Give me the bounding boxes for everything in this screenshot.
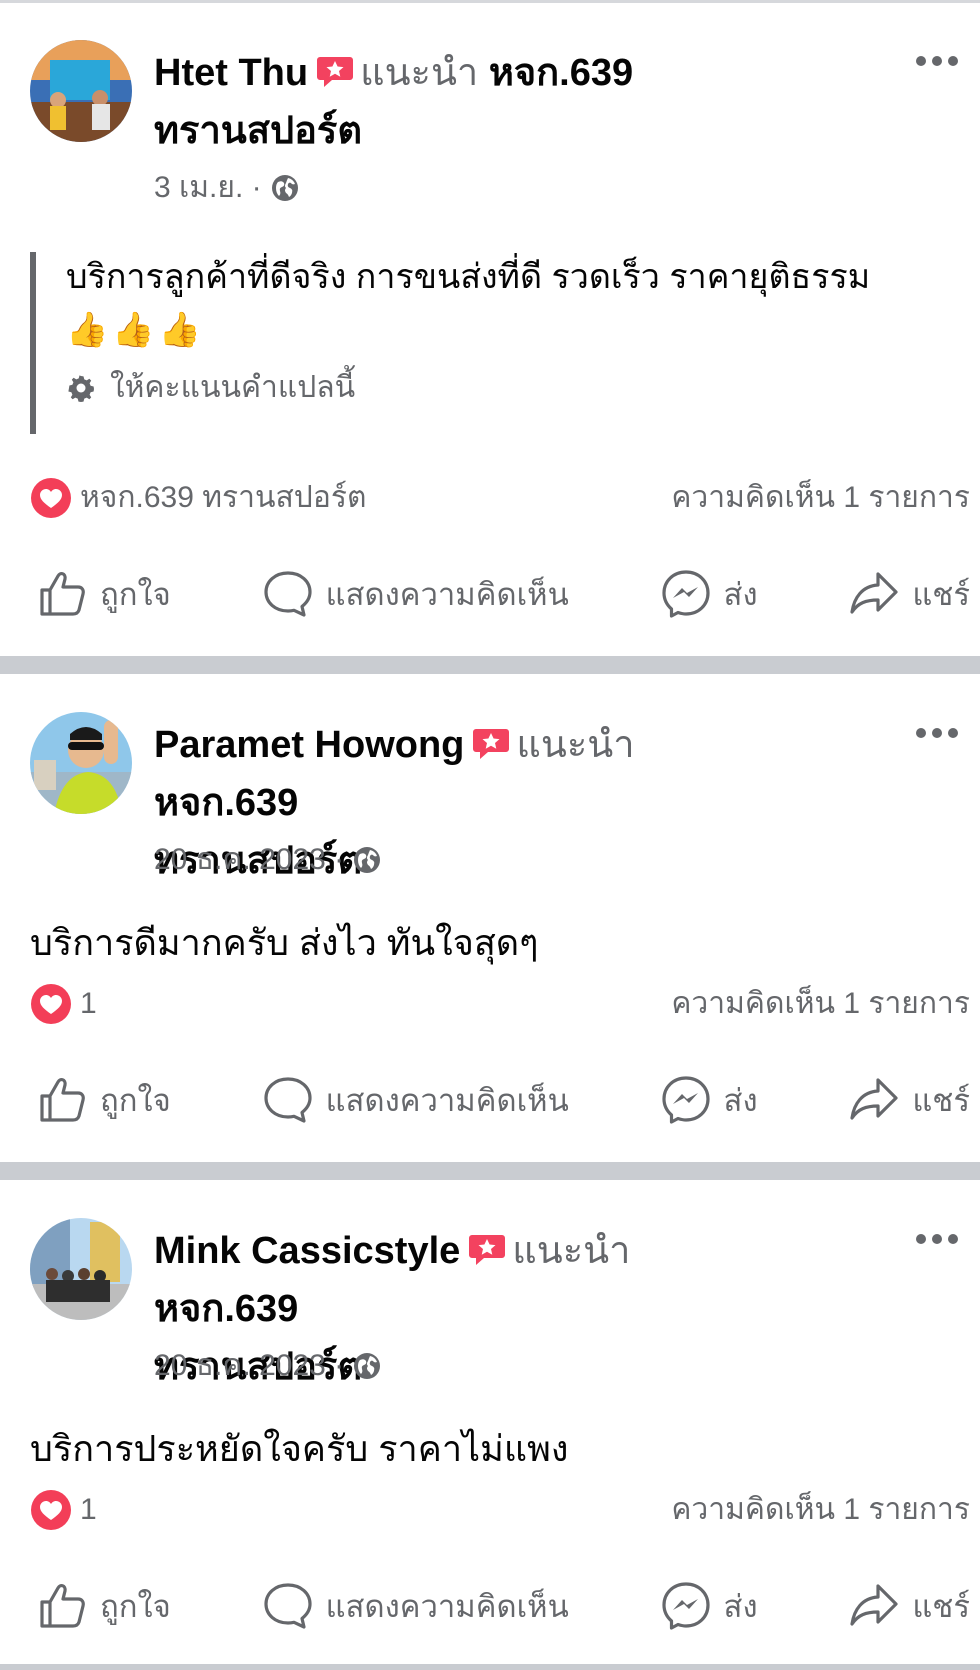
share-arrow-icon — [848, 1580, 900, 1632]
post-header: Htet Thu แนะนำ หจก.639 ทรานสปอร์ต — [154, 44, 714, 160]
comment-label: แสดงความคิดเห็น — [325, 577, 569, 612]
post-meta: 3 เม.ย. · — [154, 164, 300, 211]
action-bar: ถูกใจ แสดงความคิดเห็น ส่ง แชร์ — [36, 1074, 970, 1126]
comment-count[interactable]: ความคิดเห็น 1 รายการ — [671, 980, 970, 1027]
recommends-label: แนะนำ — [516, 724, 635, 766]
reactions-bar: หจก.639 ทรานสปอร์ต ความคิดเห็น 1 รายการ — [30, 474, 970, 521]
like-button[interactable]: ถูกใจ — [36, 1074, 171, 1126]
send-button[interactable]: ส่ง — [660, 1074, 758, 1126]
more-options-icon[interactable] — [916, 54, 966, 68]
globe-icon — [352, 845, 382, 875]
send-button[interactable]: ส่ง — [660, 568, 758, 620]
review-text: บริการลูกค้าที่ดีจริง การขนส่งที่ดี รวดเ… — [66, 258, 871, 296]
reaction-summary[interactable]: 1 — [30, 983, 97, 1025]
send-label: ส่ง — [723, 1589, 758, 1624]
page-name[interactable]: หจก.639 — [154, 1288, 298, 1330]
post-date[interactable]: 20 ธ.ค. 2023 · — [154, 836, 344, 883]
post-divider — [0, 656, 980, 674]
like-label: ถูกใจ — [100, 577, 171, 612]
reaction-summary[interactable]: หจก.639 ทรานสปอร์ต — [30, 474, 366, 521]
comment-label: แสดงความคิดเห็น — [325, 1589, 569, 1624]
review-text: บริการประหยัดใจครับ ราคาไม่แพง — [30, 1428, 569, 1469]
reactions-bar: 1 ความคิดเห็น 1 รายการ — [30, 1486, 970, 1533]
review-text: บริการดีมากครับ ส่งไว ทันใจสุดๆ — [30, 922, 539, 963]
share-arrow-icon — [848, 1074, 900, 1126]
thumbs-up-icon — [36, 1074, 88, 1126]
page-name-cont[interactable]: ทรานสปอร์ต — [154, 110, 362, 152]
thumbs-up-icon — [36, 1580, 88, 1632]
heart-icon — [30, 477, 72, 519]
messenger-icon — [660, 1074, 712, 1126]
share-label: แชร์ — [912, 1589, 970, 1624]
share-button[interactable]: แชร์ — [848, 1074, 970, 1126]
globe-icon — [352, 1351, 382, 1381]
reactions-bar: 1 ความคิดเห็น 1 รายการ — [30, 980, 970, 1027]
comment-button[interactable]: แสดงความคิดเห็น — [262, 1074, 569, 1126]
share-button[interactable]: แชร์ — [848, 1580, 970, 1632]
post-2: Paramet Howong แนะนำ หจก.639 ทรานสปอร์ต 20… — [0, 712, 980, 1152]
share-label: แชร์ — [912, 1083, 970, 1118]
post-meta: 20 ธ.ค. 2023 · — [154, 1342, 382, 1389]
post-divider — [0, 1162, 980, 1180]
globe-icon — [270, 173, 300, 203]
comment-count[interactable]: ความคิดเห็น 1 รายการ — [671, 474, 970, 521]
send-button[interactable]: ส่ง — [660, 1580, 758, 1632]
heart-icon — [30, 1489, 72, 1531]
share-button[interactable]: แชร์ — [848, 568, 970, 620]
author-avatar[interactable] — [30, 1218, 132, 1320]
reaction-count: 1 — [80, 986, 97, 1020]
action-bar: ถูกใจ แสดงความคิดเห็น ส่ง แชร์ — [36, 568, 970, 620]
page-name[interactable]: หจก.639 — [154, 782, 298, 824]
post-1: Htet Thu แนะนำ หจก.639 ทรานสปอร์ต 3 เม.ย. … — [0, 40, 980, 650]
recommends-label: แนะนำ — [360, 52, 479, 94]
author-name[interactable]: Mink Cassicstyle — [154, 1230, 460, 1272]
heart-icon — [30, 983, 72, 1025]
like-button[interactable]: ถูกใจ — [36, 1580, 171, 1632]
post-meta: 20 ธ.ค. 2023 · — [154, 836, 382, 883]
author-avatar[interactable] — [30, 712, 132, 814]
comment-label: แสดงความคิดเห็น — [325, 1083, 569, 1118]
recommend-star-icon — [316, 55, 354, 89]
post-date[interactable]: 3 เม.ย. · — [154, 164, 262, 211]
author-name[interactable]: Htet Thu — [154, 52, 308, 94]
reaction-count: 1 — [80, 1492, 97, 1526]
recommends-label: แนะนำ — [512, 1230, 631, 1272]
like-label: ถูกใจ — [100, 1589, 171, 1624]
like-button[interactable]: ถูกใจ — [36, 568, 171, 620]
post-date[interactable]: 20 ธ.ค. 2023 · — [154, 1342, 344, 1389]
reaction-summary[interactable]: 1 — [30, 1489, 97, 1531]
recommend-star-icon — [472, 727, 510, 761]
post-3: Mink Cassicstyle แนะนำ หจก.639 ทรานสปอร์ต … — [0, 1218, 980, 1658]
more-options-icon[interactable] — [916, 1232, 966, 1246]
send-label: ส่ง — [723, 1083, 758, 1118]
review-emoji: 👍👍👍 — [66, 311, 206, 349]
author-name[interactable]: Paramet Howong — [154, 724, 464, 766]
page-name[interactable]: หจก.639 — [489, 52, 633, 94]
rate-translation[interactable]: ให้คะแนนคำแปลนี้ — [66, 364, 950, 411]
comment-count[interactable]: ความคิดเห็น 1 รายการ — [671, 1486, 970, 1533]
action-bar: ถูกใจ แสดงความคิดเห็น ส่ง แชร์ — [36, 1580, 970, 1632]
rate-translation-label: ให้คะแนนคำแปลนี้ — [110, 371, 356, 404]
comment-button[interactable]: แสดงความคิดเห็น — [262, 1580, 569, 1632]
author-avatar[interactable] — [30, 40, 132, 142]
share-label: แชร์ — [912, 577, 970, 612]
top-border — [0, 0, 980, 3]
reaction-label: หจก.639 ทรานสปอร์ต — [80, 481, 367, 514]
recommend-star-icon — [468, 1233, 506, 1267]
bottom-border — [0, 1664, 980, 1670]
comment-button[interactable]: แสดงความคิดเห็น — [262, 568, 569, 620]
gear-icon — [66, 373, 96, 403]
thumbs-up-icon — [36, 568, 88, 620]
comment-bubble-icon — [262, 1074, 314, 1126]
comment-bubble-icon — [262, 1580, 314, 1632]
comment-bubble-icon — [262, 568, 314, 620]
messenger-icon — [660, 1580, 712, 1632]
messenger-icon — [660, 568, 712, 620]
send-label: ส่ง — [723, 577, 758, 612]
like-label: ถูกใจ — [100, 1083, 171, 1118]
more-options-icon[interactable] — [916, 726, 966, 740]
share-arrow-icon — [848, 568, 900, 620]
review-quote: บริการลูกค้าที่ดีจริง การขนส่งที่ดี รวดเ… — [30, 252, 950, 434]
